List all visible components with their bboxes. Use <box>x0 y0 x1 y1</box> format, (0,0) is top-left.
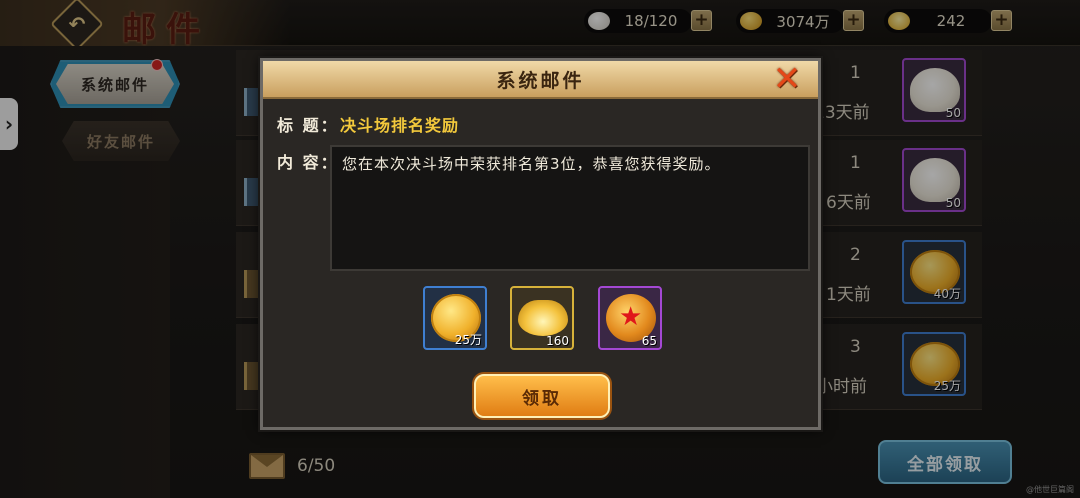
mail-subject: 决斗场排名奖励 <box>340 116 460 135</box>
dialog-title: 系统邮件 <box>496 69 585 92</box>
dialog-header: 系统邮件 ✕ <box>263 61 818 99</box>
reward-amount: 65 <box>641 334 657 348</box>
reward-slot[interactable]: 25万 <box>423 286 487 350</box>
content-box: 您在本次决斗场中荣获排名第3位，恭喜您获得奖励。 <box>330 145 810 271</box>
mail-content: 您在本次决斗场中荣获排名第3位，恭喜您获得奖励。 <box>342 155 721 173</box>
claim-button[interactable]: 领取 <box>474 374 610 418</box>
system-mail-dialog: 系统邮件 ✕ 标 题： 决斗场排名奖励 内 容： 您在本次决斗场中荣获排名第3位… <box>260 58 821 430</box>
reward-slot[interactable]: 160 <box>510 286 574 350</box>
close-icon[interactable]: ✕ <box>770 62 804 96</box>
reward-slot[interactable]: ★ 65 <box>598 286 662 350</box>
reward-amount: 25万 <box>454 333 482 347</box>
star-icon: ★ <box>619 302 643 332</box>
gold-ingot-icon <box>518 300 568 336</box>
reward-amount: 160 <box>546 334 569 348</box>
subject-label: 标 题： <box>277 116 339 135</box>
